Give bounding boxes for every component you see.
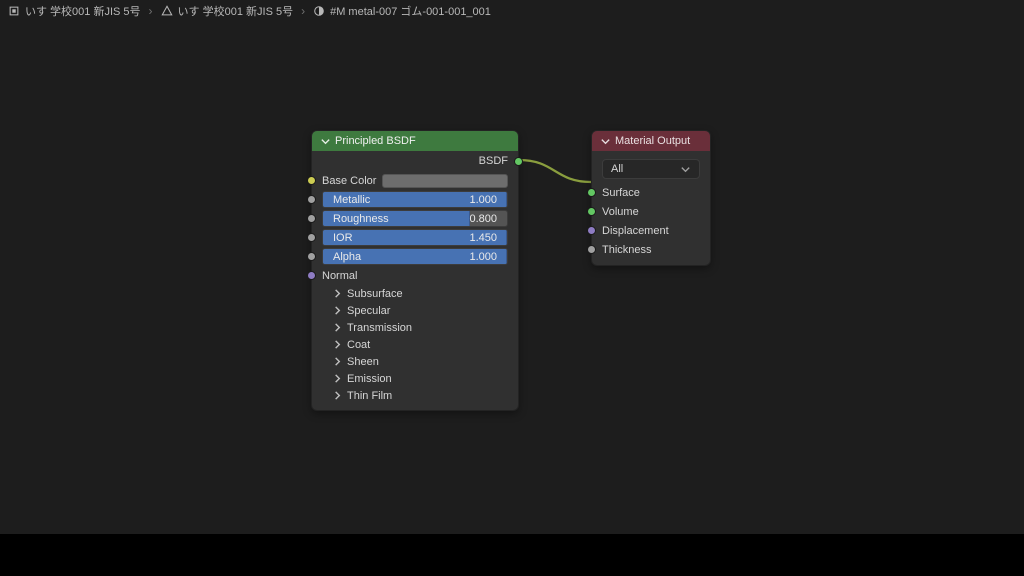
input-volume[interactable]: Volume (592, 202, 710, 221)
input-thickness[interactable]: Thickness (592, 240, 710, 259)
chevron-right-icon: › (149, 4, 153, 18)
socket-dot-icon (587, 245, 596, 254)
input-surface[interactable]: Surface (592, 183, 710, 202)
output-socket-bsdf[interactable]: BSDF (312, 153, 518, 171)
slider-alpha[interactable]: Alpha 1.000 (322, 248, 508, 265)
input-ior[interactable]: IOR 1.450 (312, 228, 518, 247)
chevron-right-icon (332, 288, 343, 299)
chevron-down-icon (600, 136, 611, 147)
node-body: All Surface Volume Displacement Thicknes… (592, 151, 710, 265)
breadcrumb-label-3: #M metal-007 ゴム-001-001_001 (330, 3, 491, 19)
breadcrumb: いす 学校001 新JIS 5号 › いす 学校001 新JIS 5号 › #M… (0, 0, 1024, 22)
input-alpha[interactable]: Alpha 1.000 (312, 247, 518, 266)
panel-subsurface[interactable]: Subsurface (312, 285, 518, 302)
socket-dot-icon (307, 214, 316, 223)
target-dropdown[interactable]: All (602, 159, 700, 179)
chevron-right-icon (332, 373, 343, 384)
breadcrumb-material[interactable]: #M metal-007 ゴム-001-001_001 (313, 3, 491, 19)
breadcrumb-collection[interactable]: いす 学校001 新JIS 5号 (8, 3, 141, 19)
socket-dot-icon (307, 195, 316, 204)
panel-sheen[interactable]: Sheen (312, 353, 518, 370)
socket-dot-icon (307, 233, 316, 242)
socket-dot-icon (587, 207, 596, 216)
panel-coat[interactable]: Coat (312, 336, 518, 353)
input-label: Base Color (322, 175, 376, 187)
node-header[interactable]: Material Output (592, 131, 710, 151)
input-normal[interactable]: Normal (312, 266, 518, 285)
input-roughness[interactable]: Roughness 0.800 (312, 209, 518, 228)
slider-roughness[interactable]: Roughness 0.800 (322, 210, 508, 227)
panel-transmission[interactable]: Transmission (312, 319, 518, 336)
node-principled-bsdf[interactable]: Principled BSDF BSDF Base Color Metallic… (311, 130, 519, 411)
panel-emission[interactable]: Emission (312, 370, 518, 387)
node-title: Material Output (615, 135, 690, 147)
color-swatch[interactable] (382, 174, 508, 188)
chevron-down-icon (680, 164, 691, 175)
collection-icon (8, 5, 20, 17)
socket-dot-icon (587, 188, 596, 197)
output-label: BSDF (479, 155, 508, 167)
slider-ior[interactable]: IOR 1.450 (322, 229, 508, 246)
bottom-strip (0, 534, 1024, 576)
material-icon (313, 5, 325, 17)
slider-metallic[interactable]: Metallic 1.000 (322, 191, 508, 208)
chevron-right-icon (332, 356, 343, 367)
chevron-down-icon (320, 136, 331, 147)
panel-specular[interactable]: Specular (312, 302, 518, 319)
chevron-right-icon (332, 390, 343, 401)
chevron-right-icon (332, 322, 343, 333)
socket-dot-icon (307, 271, 316, 280)
panel-thin-film[interactable]: Thin Film (312, 387, 518, 404)
node-header[interactable]: Principled BSDF (312, 131, 518, 151)
input-label: Normal (322, 270, 357, 282)
chevron-right-icon (332, 339, 343, 350)
node-body: BSDF Base Color Metallic 1.000 (312, 151, 518, 410)
input-displacement[interactable]: Displacement (592, 221, 710, 240)
socket-dot-icon (514, 157, 523, 166)
input-metallic[interactable]: Metallic 1.000 (312, 190, 518, 209)
breadcrumb-label-1: いす 学校001 新JIS 5号 (25, 3, 141, 19)
chevron-right-icon (332, 305, 343, 316)
mesh-icon (161, 5, 173, 17)
node-title: Principled BSDF (335, 135, 416, 147)
breadcrumb-label-2: いす 学校001 新JIS 5号 (178, 3, 294, 19)
chevron-right-icon: › (301, 4, 305, 18)
node-editor-canvas[interactable]: Principled BSDF BSDF Base Color Metallic… (0, 22, 1024, 534)
input-base-color[interactable]: Base Color (312, 171, 518, 190)
socket-dot-icon (307, 252, 316, 261)
socket-dot-icon (587, 226, 596, 235)
node-material-output[interactable]: Material Output All Surface Volume Displ… (591, 130, 711, 266)
breadcrumb-object[interactable]: いす 学校001 新JIS 5号 (161, 3, 294, 19)
socket-dot-icon (307, 176, 316, 185)
